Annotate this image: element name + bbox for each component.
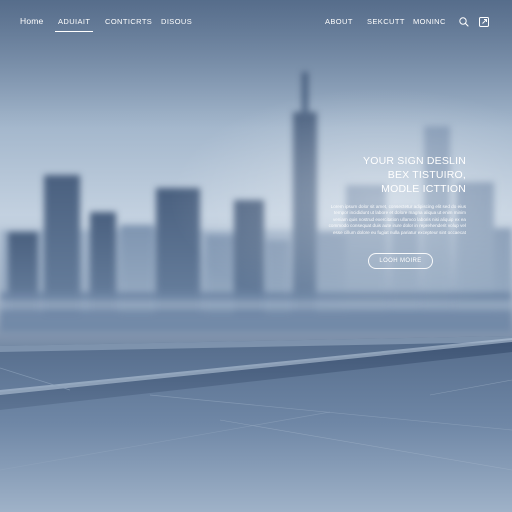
nav-item-about[interactable]: ABOUT [325,17,353,26]
hero-description-line: esse cillum dolore eu fugiat nulla paria… [332,229,466,235]
hero-title-line: MODLE ICTTION [381,183,466,195]
look-more-button[interactable]: LOOH MOIRE [368,253,433,269]
external-link-icon[interactable] [478,15,490,27]
nav-item-moninc[interactable]: MONINC [413,17,446,26]
nav-item-disous[interactable]: DISOUS [161,17,192,26]
search-icon[interactable] [458,15,470,27]
nav-item-conticrts[interactable]: CONTICRTS [105,17,152,26]
top-navigation: Home ADUIAIT CONTICRTS DISOUS ABOUT SEKC… [0,0,512,44]
landing-page: Home ADUIAIT CONTICRTS DISOUS ABOUT SEKC… [0,0,512,512]
nav-item-aduiait[interactable]: ADUIAIT [54,17,94,32]
hero-title: YOUR SIGN DESLIN BEX TISTUIRO, MODLE ICT… [296,154,466,196]
hero-title-line: YOUR SIGN DESLIN [363,155,466,167]
nav-item-sekcutt[interactable]: SEKCUTT [367,17,405,26]
hero-title-line: BEX TISTUIRO, [387,169,466,181]
hero-description: Lorem ipsum dolor sit amet, consectetur … [296,204,466,236]
hero-section: YOUR SIGN DESLIN BEX TISTUIRO, MODLE ICT… [296,154,466,236]
city-skyline-background [0,0,512,512]
nav-item-home[interactable]: Home [20,16,43,26]
